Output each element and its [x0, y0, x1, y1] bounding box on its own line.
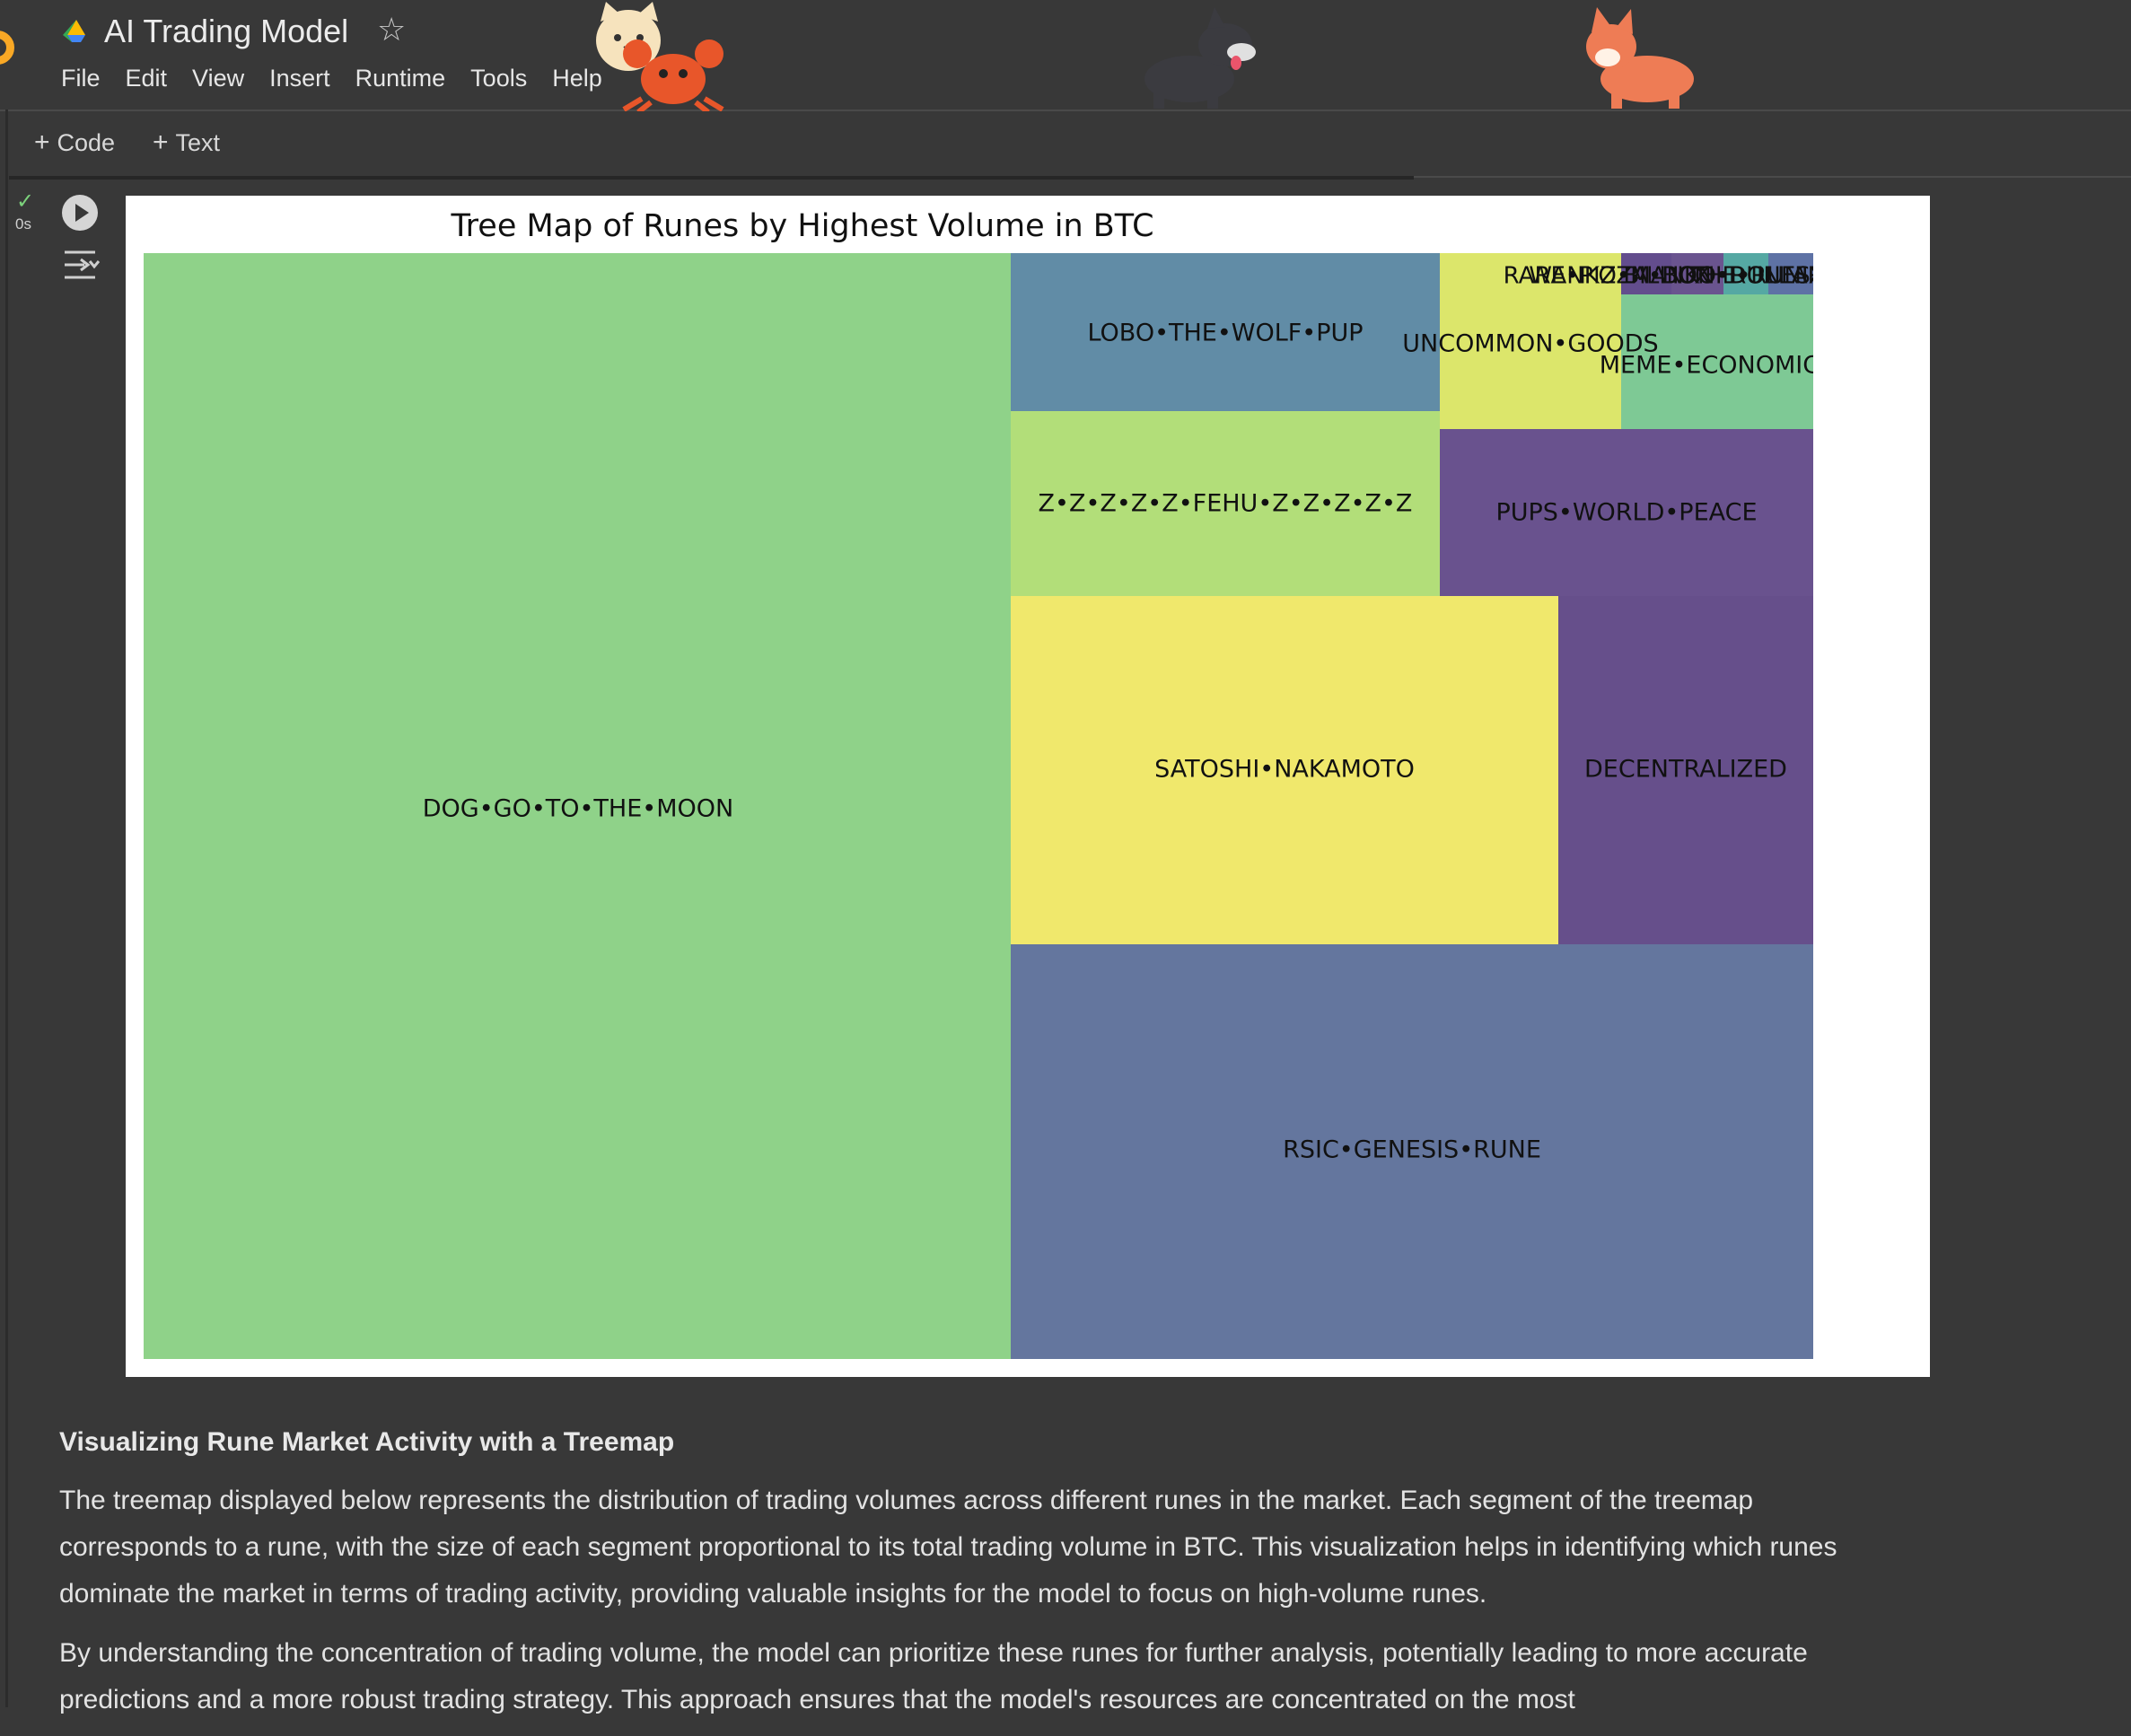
google-drive-icon	[63, 20, 85, 42]
treemap-label: LOBO•THE•WOLF•PUP	[1087, 320, 1363, 347]
toolbar-divider-right	[1414, 176, 2131, 178]
run-cell-button[interactable]	[62, 195, 98, 231]
treemap-label: MEME•ECONOMICS	[1600, 352, 1813, 380]
top-bar: AI Trading Model ☆ File Edit View Insert…	[0, 0, 2131, 112]
treemap-label: PUPS•WORLD•PEACE	[1495, 499, 1757, 527]
menu-bar: File Edit View Insert Runtime Tools Help	[61, 65, 627, 92]
colab-logo[interactable]	[0, 31, 14, 65]
star-icon[interactable]: ☆	[377, 11, 406, 48]
menu-edit[interactable]: Edit	[126, 65, 168, 92]
treemap-chart: DOG•GO•TO•THE•MOON RSIC•GENESIS•RUNE SATOS…	[144, 253, 1813, 1359]
black-dog-sticker	[1144, 7, 1256, 109]
treemap-label: SATOSHI•NAKAMOTO	[1154, 756, 1415, 784]
markdown-heading: Visualizing Rune Market Activity with a …	[59, 1427, 675, 1457]
crab-sticker	[622, 39, 724, 112]
plus-icon: +	[34, 127, 50, 157]
treemap-label: DECENTRALIZED	[1584, 756, 1787, 784]
chart-title: Tree Map of Runes by Highest Volume in B…	[451, 208, 1154, 244]
treemap-label: Z•Z•Z•Z•Z•FEHU•Z•Z•Z•Z•Z	[1039, 490, 1413, 518]
add-code-cell-button[interactable]: + Code	[34, 127, 115, 158]
treemap-label: RSIC•GENESIS•RUNE	[1283, 1136, 1541, 1164]
treemap-label: DOG•GO•TO•THE•MOON	[423, 795, 733, 823]
menu-runtime[interactable]: Runtime	[355, 65, 446, 92]
markdown-paragraph: By understanding the concentration of tr…	[59, 1638, 1808, 1714]
output-toggle-icon[interactable]	[61, 247, 101, 283]
menu-view[interactable]: View	[192, 65, 244, 92]
execution-time: 0s	[15, 215, 31, 232]
add-text-label: Text	[175, 129, 221, 156]
corgi-sticker	[1586, 7, 1694, 109]
plus-icon: +	[153, 127, 169, 157]
cell-output-plot: Tree Map of Runes by Highest Volume in B…	[126, 196, 1930, 1377]
menu-tools[interactable]: Tools	[470, 65, 527, 92]
menu-insert[interactable]: Insert	[269, 65, 330, 92]
add-text-cell-button[interactable]: + Text	[153, 127, 220, 158]
menu-file[interactable]: File	[61, 65, 101, 92]
markdown-cell[interactable]: Visualizing Rune Market Activity with a …	[59, 1427, 1890, 1736]
add-code-label: Code	[57, 129, 116, 156]
notebook-toolbar: + Code + Text	[0, 111, 2131, 176]
toolbar-divider	[9, 176, 1414, 180]
cell-gutter	[5, 110, 8, 1707]
notebook-title[interactable]: AI Trading Model	[104, 13, 348, 50]
check-icon: ✓	[16, 189, 35, 214]
treemap-label: THE•RUNIX•TOKEN	[1689, 263, 1813, 290]
markdown-paragraph: The treemap displayed below represents t…	[59, 1486, 1837, 1609]
